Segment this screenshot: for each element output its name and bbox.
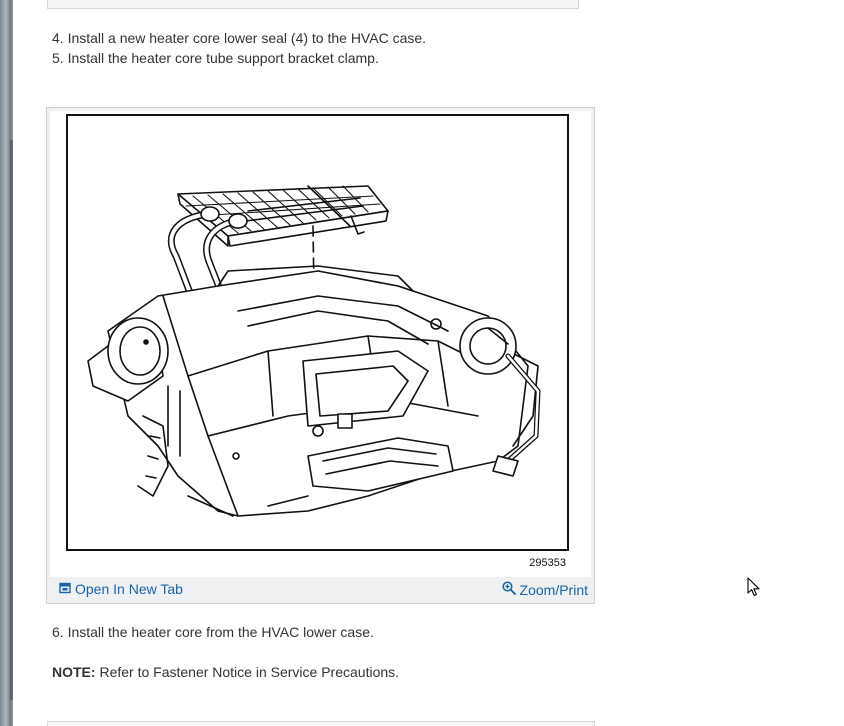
previous-figure-bottom — [47, 0, 579, 9]
note-paragraph: NOTE: Refer to Fastener Notice in Servic… — [52, 663, 399, 681]
note-text: Refer to Fastener Notice in Service Prec… — [95, 664, 400, 680]
zoom-print-link[interactable]: Zoom/Print — [501, 581, 588, 598]
mouse-cursor-icon — [747, 577, 761, 602]
note-label: NOTE: — [52, 664, 96, 680]
open-new-tab-icon — [59, 581, 71, 597]
step-5-text: 5. Install the heater core tube support … — [52, 50, 379, 66]
open-in-new-tab-label: Open In New Tab — [75, 581, 183, 597]
hvac-case-drawing — [87, 265, 541, 517]
figure-panel: 295353 Open In New Tab Zoom/Print — [46, 107, 595, 604]
window-edge-mark — [10, 140, 13, 700]
window-edge — [0, 0, 13, 726]
heater-core-diagram[interactable] — [66, 114, 569, 551]
step-4-text: 4. Install a new heater core lower seal … — [52, 30, 427, 46]
zoom-in-icon — [501, 581, 516, 598]
open-in-new-tab-link[interactable]: Open In New Tab — [59, 581, 183, 597]
zoom-print-label: Zoom/Print — [519, 581, 588, 598]
figure-number: 295353 — [529, 557, 566, 569]
figure-footer: Open In New Tab Zoom/Print — [47, 577, 594, 603]
next-figure-top — [47, 721, 595, 726]
step-6-text: 6. Install the heater core from the HVAC… — [52, 624, 374, 640]
figure-image-area: 295353 — [50, 111, 591, 577]
